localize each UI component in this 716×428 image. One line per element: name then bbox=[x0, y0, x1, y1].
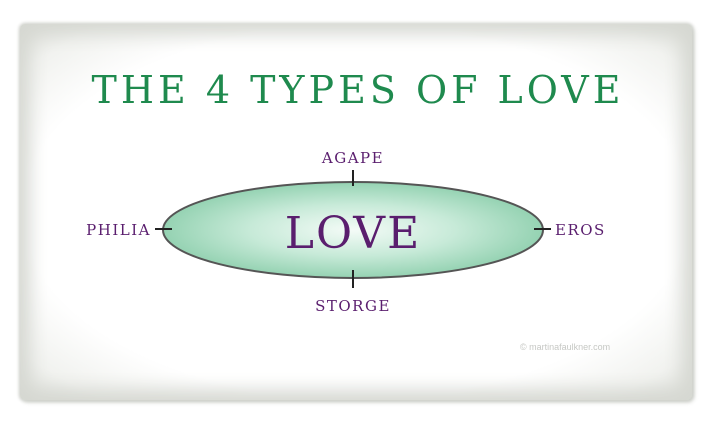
label-agape: AGAPE bbox=[321, 149, 384, 167]
label-eros: EROS bbox=[555, 221, 606, 239]
label-storge: STORGE bbox=[315, 297, 391, 315]
copyright-watermark: © martinafaulkner.com bbox=[520, 342, 611, 352]
label-philia: PHILIA bbox=[86, 221, 151, 239]
center-label: LOVE bbox=[285, 208, 421, 259]
love-diagram: LOVE AGAPE STORGE PHILIA EROS bbox=[86, 149, 606, 315]
